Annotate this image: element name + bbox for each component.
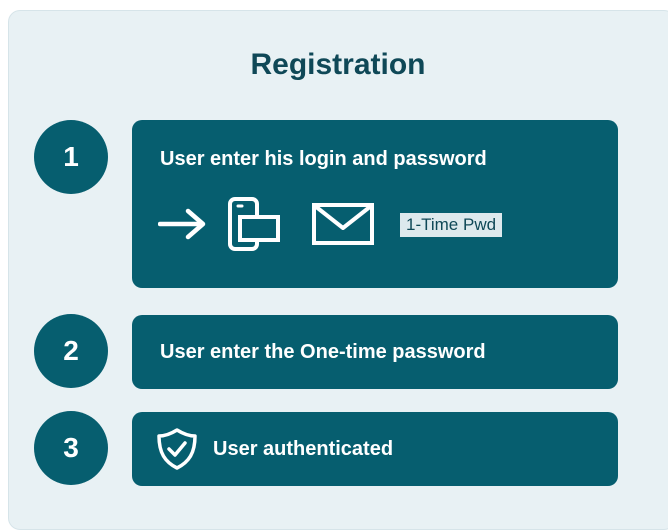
step-2-number: 2	[34, 314, 108, 388]
arrow-right-icon	[158, 208, 206, 240]
step-1-number: 1	[34, 120, 108, 194]
step-1-card	[132, 120, 618, 288]
one-time-password-badge: 1-Time Pwd	[400, 213, 503, 237]
mobile-device-icon	[228, 197, 280, 251]
step-3-number: 3	[34, 411, 108, 485]
envelope-icon	[312, 203, 374, 245]
step-3-text: User authenticated	[213, 438, 394, 460]
step-2-text: User enter the One-time password	[160, 341, 486, 363]
shield-check-icon	[157, 428, 197, 470]
page-title: Registration	[250, 48, 426, 81]
step-1-text: User enter his login and password	[160, 148, 487, 170]
